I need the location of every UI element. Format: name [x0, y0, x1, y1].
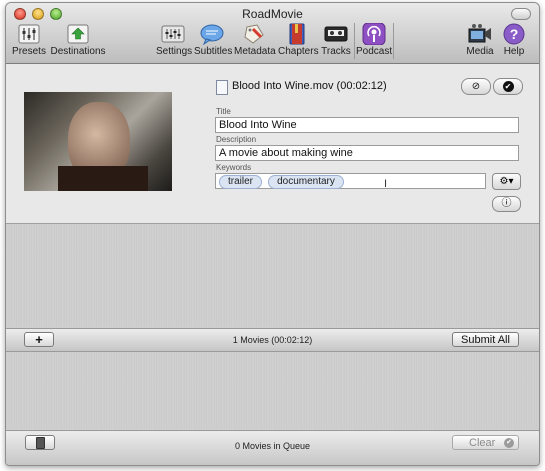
toolbar-label: Metadata: [234, 46, 276, 57]
toolbar-toggle-button[interactable]: [511, 8, 531, 20]
movie-list-area: [6, 224, 539, 327]
toolbar-label: Settings: [156, 46, 193, 57]
info-button[interactable]: ⓘ: [492, 196, 521, 212]
movies-status-bar: + 1 Movies (00:02:12) Submit All: [6, 328, 539, 352]
toolbar-podcast[interactable]: Podcast: [356, 23, 392, 61]
title-field[interactable]: Blood Into Wine: [215, 117, 519, 133]
toolbar-chapters[interactable]: Chapters: [278, 23, 319, 61]
media-icon: [468, 24, 491, 43]
keyword-token[interactable]: trailer: [219, 175, 263, 189]
metadata-icon: [244, 24, 264, 44]
toolbar-label: Chapters: [278, 46, 319, 57]
queue-list-area: [6, 352, 539, 429]
toolbar-label: Subtitles: [194, 46, 233, 57]
toolbar-label: Podcast: [356, 46, 393, 57]
movie-filename: Blood Into Wine.mov (00:02:12): [232, 80, 387, 92]
description-label: Description: [216, 135, 257, 144]
action-menu-button[interactable]: ⚙▾: [492, 173, 521, 190]
description-field[interactable]: A movie about making wine: [215, 145, 519, 161]
queue-status-bar: 0 Movies in Queue Clear ✔: [6, 430, 539, 465]
gear-icon: ⚙▾: [499, 176, 514, 187]
text-cursor-icon: I: [384, 178, 388, 190]
toolbar: RoadMovie Presets Destinations Settings …: [6, 3, 539, 64]
settings-icon: [161, 25, 185, 43]
toolbar-media[interactable]: Media: [463, 23, 497, 61]
checkmark-icon: ✔: [502, 81, 514, 92]
toolbar-label: Presets: [12, 46, 46, 57]
submit-all-button[interactable]: Submit All: [452, 332, 519, 347]
toolbar-metadata[interactable]: Metadata: [234, 23, 276, 61]
help-icon: ?: [503, 23, 525, 45]
info-icon: ⓘ: [501, 198, 512, 209]
toolbar-help[interactable]: ? Help: [500, 23, 528, 61]
remove-movie-button[interactable]: ⊘: [461, 78, 491, 95]
thumbnail-scarf: [58, 166, 148, 191]
toolbar-presets[interactable]: Presets: [12, 23, 46, 61]
checkmark-icon: ✔: [504, 438, 514, 448]
toolbar-settings[interactable]: Settings: [156, 23, 193, 61]
clear-button-label: Clear: [469, 437, 496, 449]
toolbar-destinations[interactable]: Destinations: [50, 23, 106, 61]
movie-thumbnail[interactable]: [24, 92, 172, 191]
keywords-token-field[interactable]: trailer documentary: [215, 173, 486, 189]
podcast-icon: [362, 23, 386, 45]
toolbar-label: Media: [466, 46, 494, 57]
destinations-icon: [67, 24, 89, 44]
app-window: RoadMovie Presets Destinations Settings …: [5, 2, 540, 466]
toolbar-label: Help: [503, 46, 525, 57]
toolbar-separator: [393, 23, 394, 59]
document-icon: [216, 80, 228, 95]
keyword-token[interactable]: documentary: [268, 175, 344, 189]
toolbar-separator: [354, 23, 355, 59]
confirm-movie-button[interactable]: ✔: [493, 78, 523, 95]
keywords-label: Keywords: [216, 163, 252, 172]
clear-queue-button[interactable]: Clear ✔: [452, 435, 519, 450]
presets-icon: [18, 24, 40, 44]
toolbar-tracks[interactable]: Tracks: [320, 23, 352, 61]
toolbar-subtitles[interactable]: Subtitles: [194, 23, 233, 61]
cancel-icon: ⊘: [471, 81, 481, 92]
svg-text:?: ?: [510, 26, 519, 42]
chapters-icon: [289, 23, 305, 45]
title-label: Title: [216, 107, 231, 116]
movie-pane: Blood Into Wine.mov (00:02:12) ⊘ ✔ Title…: [6, 64, 539, 224]
tracks-icon: [324, 26, 348, 42]
subtitles-icon: [200, 24, 224, 45]
toolbar-label: Destinations: [50, 46, 106, 57]
toolbar-label: Tracks: [321, 46, 351, 57]
window-title: RoadMovie: [242, 7, 303, 21]
